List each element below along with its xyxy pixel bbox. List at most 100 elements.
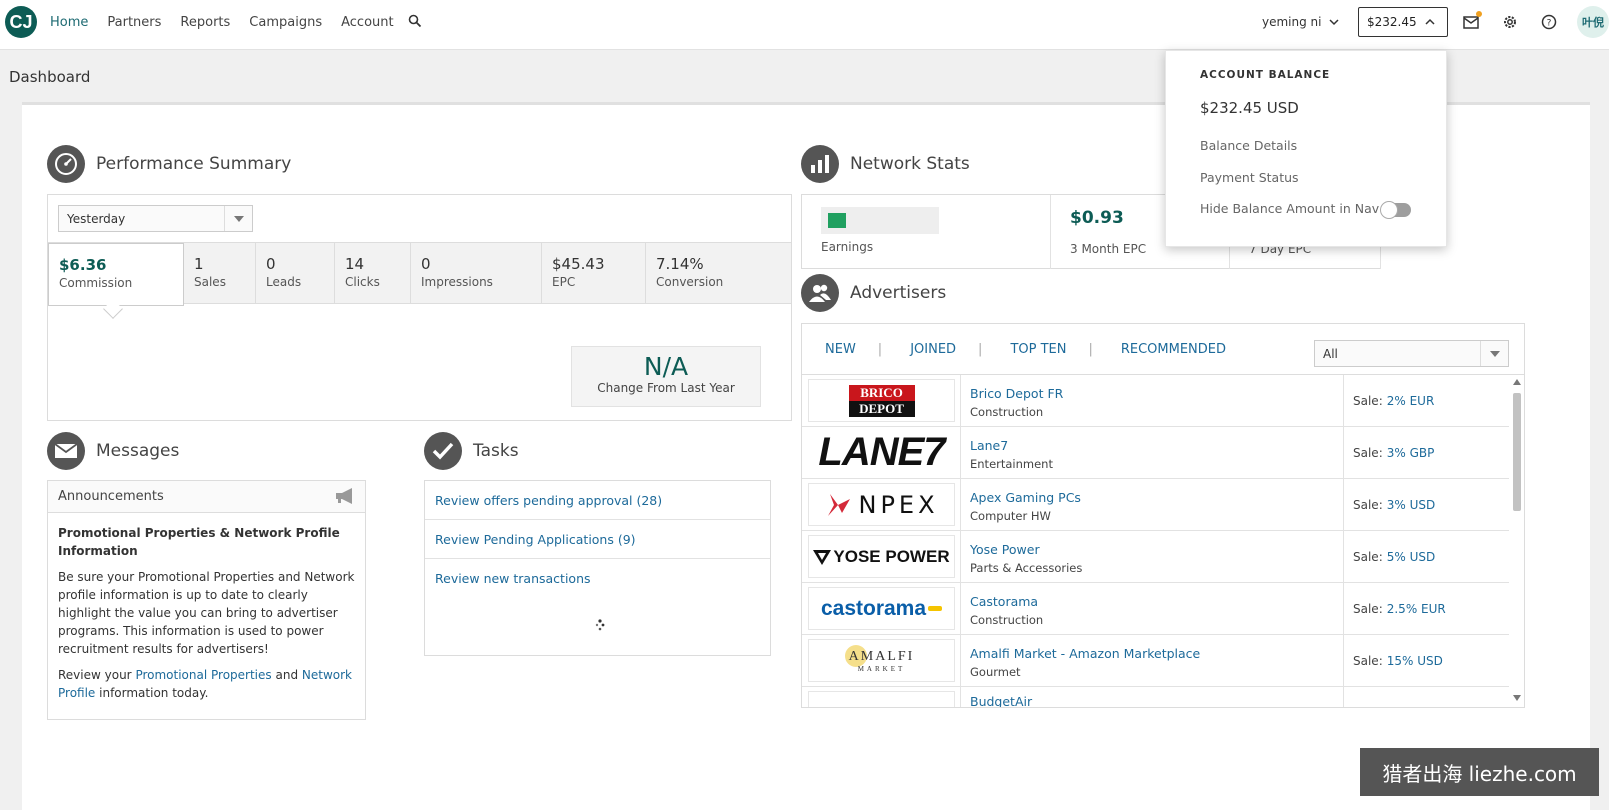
tab-top-ten[interactable]: TOP TEN	[1010, 342, 1066, 357]
change-label: Change From Last Year	[597, 381, 735, 395]
announcements-header: Announcements	[48, 481, 365, 513]
announcement-review: Review your Promotional Properties and N…	[58, 666, 355, 702]
kpi-label: Commission	[59, 276, 133, 290]
advertiser-row[interactable]: BRICO DEPOT Brico Depot FR Construction S…	[802, 375, 1509, 427]
logo-cell: castorama	[802, 583, 961, 635]
kpi-label: Conversion	[656, 275, 724, 289]
lane7-logo: LANE7	[808, 431, 955, 474]
avatar[interactable]: 叶倪	[1577, 6, 1609, 38]
advertiser-filter-select[interactable]: All	[1314, 340, 1509, 367]
kpi-row: $6.36 Commission 1 Sales 0 Leads 14 Clicks 0…	[48, 242, 791, 306]
sale-label: Sale:	[1353, 446, 1383, 460]
performance-header: Performance Summary	[47, 145, 291, 183]
advertiser-name[interactable]: BudgetAir	[970, 694, 1032, 707]
budgetair-logo: BudgetAir	[808, 691, 955, 707]
advertiser-category: Entertainment	[970, 457, 1053, 471]
kpi-impressions[interactable]: 0 Impressions	[411, 243, 542, 303]
advertiser-name[interactable]: Yose Power	[970, 542, 1040, 557]
advertiser-category: Computer HW	[970, 509, 1051, 523]
change-from-last-year: N/A Change From Last Year	[571, 346, 761, 407]
messages-header: Messages	[47, 432, 179, 470]
period-value: Yesterday	[67, 211, 126, 226]
hide-balance-toggle[interactable]	[1380, 201, 1411, 219]
kpi-value: 0	[266, 255, 276, 273]
nav-reports[interactable]: Reports	[180, 15, 230, 30]
advertiser-list: BRICO DEPOT Brico Depot FR Construction S…	[802, 374, 1524, 707]
scroll-up-icon[interactable]	[1513, 379, 1521, 385]
notification-dot	[1476, 11, 1482, 17]
advertiser-row[interactable]: LANE7 Lane7 Entertainment Sale: 3% GBP	[802, 427, 1509, 479]
balance-button[interactable]: $232.45	[1358, 7, 1448, 37]
user-menu[interactable]: yeming ni	[1262, 0, 1321, 44]
logo-cell: YOSE POWER	[802, 531, 961, 583]
kpi-epc[interactable]: $45.43 EPC	[542, 243, 646, 303]
balance-total: $232.45 USD	[1200, 99, 1299, 117]
envelope-icon	[47, 432, 85, 470]
advertiser-row[interactable]: AMALFI MARKET Amalfi Market - Amazon Mar…	[802, 635, 1509, 687]
cj-logo[interactable]: CJ	[5, 6, 37, 38]
checkmark-icon	[424, 432, 462, 470]
task-item[interactable]: Review offers pending approval (28)	[425, 481, 770, 520]
tab-recommended[interactable]: RECOMMENDED	[1121, 342, 1226, 357]
nav-partners[interactable]: Partners	[107, 15, 161, 30]
sale-value: 3% GBP	[1386, 446, 1435, 460]
advertiser-name[interactable]: Lane7	[970, 438, 1008, 453]
performance-panel: Yesterday $6.36 Commission 1 Sales 0 Leads …	[47, 194, 792, 421]
apex-logo: NPEX	[808, 483, 955, 526]
balance-amount: $232.45	[1367, 15, 1417, 29]
kpi-conversion[interactable]: 7.14% Conversion	[646, 243, 791, 303]
advertiser-row[interactable]: NPEX Apex Gaming PCs Computer HW Sale: 3%…	[802, 479, 1509, 531]
tab-joined[interactable]: JOINED	[910, 342, 956, 357]
balance-details-link[interactable]: Balance Details	[1200, 138, 1297, 153]
sale-value: 15% USD	[1386, 654, 1443, 668]
advertiser-name[interactable]: Castorama	[970, 594, 1038, 609]
kpi-value: 14	[345, 255, 365, 273]
search-icon[interactable]	[408, 14, 422, 28]
balance-heading: ACCOUNT BALANCE	[1200, 69, 1331, 81]
advertiser-row[interactable]: YOSE POWER Yose Power Parts & Accessorie…	[802, 531, 1509, 583]
mail-button[interactable]	[1462, 11, 1482, 31]
advertiser-row[interactable]: castorama Castorama Construction Sale: 2.…	[802, 583, 1509, 635]
period-select[interactable]: Yesterday	[58, 205, 253, 232]
advertiser-scrollbar[interactable]	[1510, 375, 1524, 707]
sale-label: Sale:	[1353, 602, 1383, 616]
earnings-bar	[828, 213, 846, 228]
advertiser-name[interactable]: Amalfi Market - Amazon Marketplace	[970, 646, 1200, 661]
tasks-title: Tasks	[473, 441, 519, 461]
settings-button[interactable]	[1501, 13, 1519, 31]
kpi-label: Leads	[266, 275, 302, 289]
account-balance-dropdown: ACCOUNT BALANCE $232.45 USD Balance Deta…	[1165, 50, 1447, 247]
tab-new[interactable]: NEW	[825, 342, 856, 357]
kpi-commission[interactable]: $6.36 Commission	[48, 243, 184, 306]
mail-icon	[1463, 15, 1479, 29]
advertiser-name[interactable]: Apex Gaming PCs	[970, 490, 1081, 505]
advertiser-row[interactable]: BudgetAir BudgetAir	[802, 687, 1509, 707]
nav-campaigns[interactable]: Campaigns	[249, 15, 322, 30]
review-and: and	[275, 668, 299, 682]
tasks-panel: Review offers pending approval (28) Revi…	[424, 480, 771, 656]
task-item[interactable]: Review Pending Applications (9)	[425, 520, 770, 559]
kpi-label: EPC	[552, 275, 576, 289]
nav-account[interactable]: Account	[341, 15, 394, 30]
logo-cell: NPEX	[802, 479, 961, 531]
earnings-cell: Earnings	[802, 195, 1051, 269]
scroll-down-icon[interactable]	[1513, 695, 1521, 701]
advertiser-name[interactable]: Brico Depot FR	[970, 386, 1063, 401]
scroll-thumb[interactable]	[1513, 393, 1521, 511]
promotional-properties-link[interactable]: Promotional Properties	[135, 668, 271, 682]
kpi-leads[interactable]: 0 Leads	[256, 243, 335, 303]
network-stats-title: Network Stats	[850, 154, 970, 174]
kpi-sales[interactable]: 1 Sales	[184, 243, 256, 303]
nav-home[interactable]: Home	[50, 15, 88, 30]
chevron-down-icon[interactable]	[1329, 17, 1339, 27]
task-item[interactable]: Review new transactions	[425, 559, 770, 598]
amalfi-market-logo: AMALFI MARKET	[808, 639, 955, 682]
payment-status-link[interactable]: Payment Status	[1200, 170, 1299, 185]
filter-value: All	[1323, 346, 1338, 361]
advertiser-category: Gourmet	[970, 665, 1021, 679]
help-button[interactable]: ?	[1540, 13, 1558, 31]
sale-value: 3% USD	[1386, 498, 1436, 512]
kpi-clicks[interactable]: 14 Clicks	[335, 243, 411, 303]
sale-label: Sale:	[1353, 394, 1383, 408]
users-icon	[801, 274, 839, 312]
